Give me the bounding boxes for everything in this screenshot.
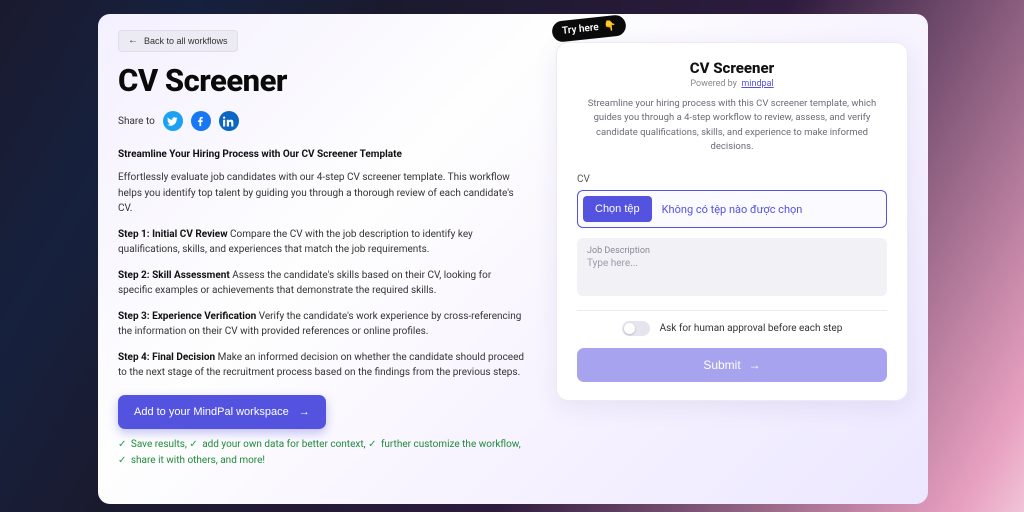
twitter-icon[interactable]: [163, 111, 183, 131]
approval-row: Ask for human approval before each step: [577, 321, 887, 336]
try-here-label: Try here: [562, 22, 600, 37]
step-2: Step 2: Skill Assessment Assess the cand…: [118, 268, 526, 299]
feature-1: Save results,: [131, 439, 187, 450]
brand-link[interactable]: mindpal: [741, 79, 773, 89]
cv-label: CV: [577, 174, 887, 185]
facebook-icon[interactable]: [191, 111, 211, 131]
add-to-workspace-button[interactable]: Add to your MindPal workspace →: [118, 395, 326, 429]
step-1-lead: Step 1: Initial CV Review: [118, 229, 228, 240]
powered-prefix: Powered by: [690, 79, 737, 89]
submit-button[interactable]: Submit →: [577, 348, 887, 382]
widget-description: Streamline your hiring process with this…: [587, 97, 877, 154]
divider: [577, 310, 887, 311]
right-column: Try here 👇 CV Screener Powered by mindpa…: [556, 28, 908, 490]
check-icon: ✓: [118, 439, 126, 450]
back-button[interactable]: ← Back to all workflows: [118, 30, 238, 52]
workflow-widget: CV Screener Powered by mindpal Streamlin…: [556, 42, 908, 401]
arrow-right-icon: →: [299, 406, 310, 418]
check-icon: ✓: [368, 439, 376, 450]
page-title: CV Screener: [118, 62, 526, 99]
feature-2: add your own data for better context,: [202, 439, 365, 450]
step-2-lead: Step 2: Skill Assessment: [118, 270, 230, 281]
point-down-icon: 👇: [603, 20, 617, 32]
submit-label: Submit: [703, 358, 740, 372]
feature-list: ✓ Save results, ✓ add your own data for …: [118, 437, 526, 469]
widget-title: CV Screener: [577, 59, 887, 77]
left-column: ← Back to all workflows CV Screener Shar…: [118, 28, 526, 490]
share-row: Share to: [118, 111, 526, 131]
linkedin-icon[interactable]: [219, 111, 239, 131]
job-description-placeholder: Type here...: [587, 258, 877, 269]
try-here-badge: Try here 👇: [551, 14, 627, 43]
file-status-text: Không có tệp nào được chọn: [662, 203, 803, 216]
step-4-lead: Step 4: Final Decision: [118, 352, 215, 363]
back-button-label: Back to all workflows: [144, 36, 228, 46]
share-label: Share to: [118, 116, 155, 127]
step-3-lead: Step 3: Experience Verification: [118, 311, 256, 322]
approval-label: Ask for human approval before each step: [660, 323, 843, 334]
feature-3: further customize the workflow,: [381, 439, 521, 450]
arrow-left-icon: ←: [128, 36, 138, 46]
subtitle: Streamline Your Hiring Process with Our …: [118, 149, 526, 160]
check-icon: ✓: [118, 455, 126, 466]
choose-file-button[interactable]: Chọn tệp: [583, 196, 652, 222]
step-1: Step 1: Initial CV Review Compare the CV…: [118, 227, 526, 258]
step-3: Step 3: Experience Verification Verify t…: [118, 309, 526, 340]
job-description-input[interactable]: Job Description Type here...: [577, 238, 887, 296]
job-description-label: Job Description: [587, 246, 877, 256]
intro-paragraph: Effortlessly evaluate job candidates wit…: [118, 170, 526, 217]
check-icon: ✓: [189, 439, 197, 450]
approval-toggle[interactable]: [622, 321, 650, 336]
workflow-page: ← Back to all workflows CV Screener Shar…: [98, 14, 928, 504]
cta-label: Add to your MindPal workspace: [134, 406, 289, 418]
arrow-right-icon: →: [749, 358, 761, 372]
cv-file-input[interactable]: Chọn tệp Không có tệp nào được chọn: [577, 190, 887, 228]
step-4: Step 4: Final Decision Make an informed …: [118, 350, 526, 381]
widget-powered-by: Powered by mindpal: [577, 79, 887, 89]
feature-4: share it with others, and more!: [131, 455, 265, 466]
